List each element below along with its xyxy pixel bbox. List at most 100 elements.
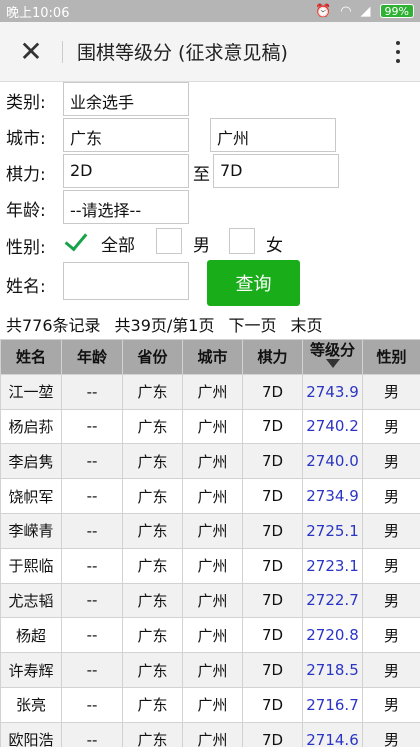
cell-gender: 男: [362, 582, 420, 619]
table-row[interactable]: 杨启荪 -- 广东 广州 7D 2740.2 男: [0, 408, 420, 445]
age-select[interactable]: --请选择--: [63, 190, 189, 224]
cell-age: --: [61, 478, 123, 514]
record-count: 共776条记录: [6, 316, 101, 335]
header-gender[interactable]: 性别: [362, 339, 420, 375]
header-strength[interactable]: 棋力: [242, 339, 303, 375]
province-select[interactable]: 广东: [63, 118, 189, 152]
cell-city: 广州: [182, 443, 243, 480]
strength-row: 棋力: 2D 至 7D: [0, 154, 420, 190]
cell-rating: 2734.9: [302, 478, 363, 514]
cell-province: 广东: [122, 582, 183, 619]
header-province[interactable]: 省份: [122, 339, 183, 375]
cell-strength: 7D: [242, 721, 303, 747]
header-rating-label: 等级分: [309, 340, 355, 359]
pager: 共776条记录 共39页/第1页 下一页 末页: [6, 312, 323, 336]
cell-city: 广州: [182, 721, 243, 747]
cell-strength: 7D: [242, 617, 303, 654]
cell-city: 广州: [182, 512, 243, 549]
table-row[interactable]: 江一堃 -- 广东 广州 7D 2743.9 男: [0, 373, 420, 410]
cell-city: 广州: [182, 373, 243, 410]
cell-age: --: [61, 547, 123, 584]
name-row: 姓名: 查询: [0, 260, 420, 308]
cell-strength: 7D: [242, 547, 303, 584]
page-info: 共39页/第1页: [114, 316, 215, 335]
cell-name: 许寿辉: [0, 652, 62, 688]
table-row[interactable]: 李嵘青 -- 广东 广州 7D 2725.1 男: [0, 512, 420, 549]
cell-province: 广东: [122, 512, 183, 549]
cell-rating: 2740.0: [302, 443, 363, 480]
cell-gender: 男: [362, 686, 420, 723]
query-button[interactable]: 查询: [207, 260, 300, 306]
cell-rating: 2722.7: [302, 582, 363, 619]
cell-gender: 男: [362, 617, 420, 654]
gender-row: 性别: 全部 男 女: [0, 227, 420, 263]
header-city[interactable]: 城市: [182, 339, 243, 375]
cell-city: 广州: [182, 582, 243, 619]
cell-rating: 2716.7: [302, 686, 363, 723]
category-row: 类别: 业余选手: [0, 82, 420, 118]
cell-gender: 男: [362, 721, 420, 747]
table-row[interactable]: 许寿辉 -- 广东 广州 7D 2718.5 男: [0, 652, 420, 688]
gender-male-checkbox[interactable]: [156, 228, 182, 254]
results-table: 姓名 年龄 省份 城市 棋力 等级分 性别 江一堃 -- 广东 广州 7D 2743.9 男…: [0, 339, 420, 747]
cell-city: 广州: [182, 686, 243, 723]
cell-name: 李嵘青: [0, 512, 62, 549]
cell-strength: 7D: [242, 443, 303, 480]
table-row[interactable]: 饶帜军 -- 广东 广州 7D 2734.9 男: [0, 478, 420, 514]
cell-name: 李启隽: [0, 443, 62, 480]
table-header-row: 姓名 年龄 省份 城市 棋力 等级分 性别: [0, 339, 420, 375]
cell-name: 于熙临: [0, 547, 62, 584]
cell-city: 广州: [182, 547, 243, 584]
strength-to-select[interactable]: 7D: [213, 154, 339, 188]
status-bar: 晚上10:06 ⏰ ◠ ◢ 99%: [0, 0, 420, 22]
gender-all-label: 全部: [101, 236, 135, 256]
more-menu-icon[interactable]: [376, 22, 420, 82]
last-page-link[interactable]: 末页: [291, 312, 323, 336]
gender-male-label: 男: [193, 236, 210, 256]
cell-strength: 7D: [242, 582, 303, 619]
alarm-icon: ⏰: [315, 3, 332, 19]
next-page-link[interactable]: 下一页: [228, 312, 276, 336]
cell-strength: 7D: [242, 652, 303, 688]
cell-name: 饶帜军: [0, 478, 62, 514]
cell-province: 广东: [122, 617, 183, 654]
app-bar: ✕ 围棋等级分 (征求意见稿): [0, 22, 420, 82]
cell-province: 广东: [122, 478, 183, 514]
header-name[interactable]: 姓名: [0, 339, 62, 375]
name-input[interactable]: [63, 262, 189, 300]
table-row[interactable]: 于熙临 -- 广东 广州 7D 2723.1 男: [0, 547, 420, 584]
cell-name: 杨启荪: [0, 408, 62, 445]
cell-gender: 男: [362, 373, 420, 410]
table-row[interactable]: 杨超 -- 广东 广州 7D 2720.8 男: [0, 617, 420, 654]
cell-province: 广东: [122, 686, 183, 723]
cell-province: 广东: [122, 652, 183, 688]
table-row[interactable]: 尤志韬 -- 广东 广州 7D 2722.7 男: [0, 582, 420, 619]
cell-gender: 男: [362, 478, 420, 514]
cell-rating: 2743.9: [302, 373, 363, 410]
table-row[interactable]: 李启隽 -- 广东 广州 7D 2740.0 男: [0, 443, 420, 480]
gender-all-checkbox[interactable]: [64, 228, 90, 254]
city-label: 城市:: [6, 129, 46, 149]
cell-age: --: [61, 443, 123, 480]
cell-rating: 2740.2: [302, 408, 363, 445]
cell-rating: 2725.1: [302, 512, 363, 549]
header-age[interactable]: 年龄: [61, 339, 123, 375]
cell-strength: 7D: [242, 373, 303, 410]
table-row[interactable]: 欧阳浩 -- 广东 广州 7D 2714.6 男: [0, 721, 420, 747]
cell-city: 广州: [182, 617, 243, 654]
gender-female-label: 女: [266, 236, 283, 256]
category-select[interactable]: 业余选手: [63, 82, 189, 116]
gender-female-checkbox[interactable]: [229, 228, 255, 254]
cell-name: 张亮: [0, 686, 62, 723]
table-row[interactable]: 张亮 -- 广东 广州 7D 2716.7 男: [0, 686, 420, 723]
cell-age: --: [61, 408, 123, 445]
close-icon[interactable]: ✕: [0, 22, 62, 82]
name-label: 姓名:: [6, 277, 46, 297]
cell-age: --: [61, 652, 123, 688]
cell-city: 广州: [182, 478, 243, 514]
strength-from-select[interactable]: 2D: [63, 154, 189, 188]
strength-to-label: 至: [193, 165, 210, 185]
header-rating[interactable]: 等级分: [302, 339, 363, 375]
cell-name: 杨超: [0, 617, 62, 654]
city-select[interactable]: 广州: [210, 118, 336, 152]
